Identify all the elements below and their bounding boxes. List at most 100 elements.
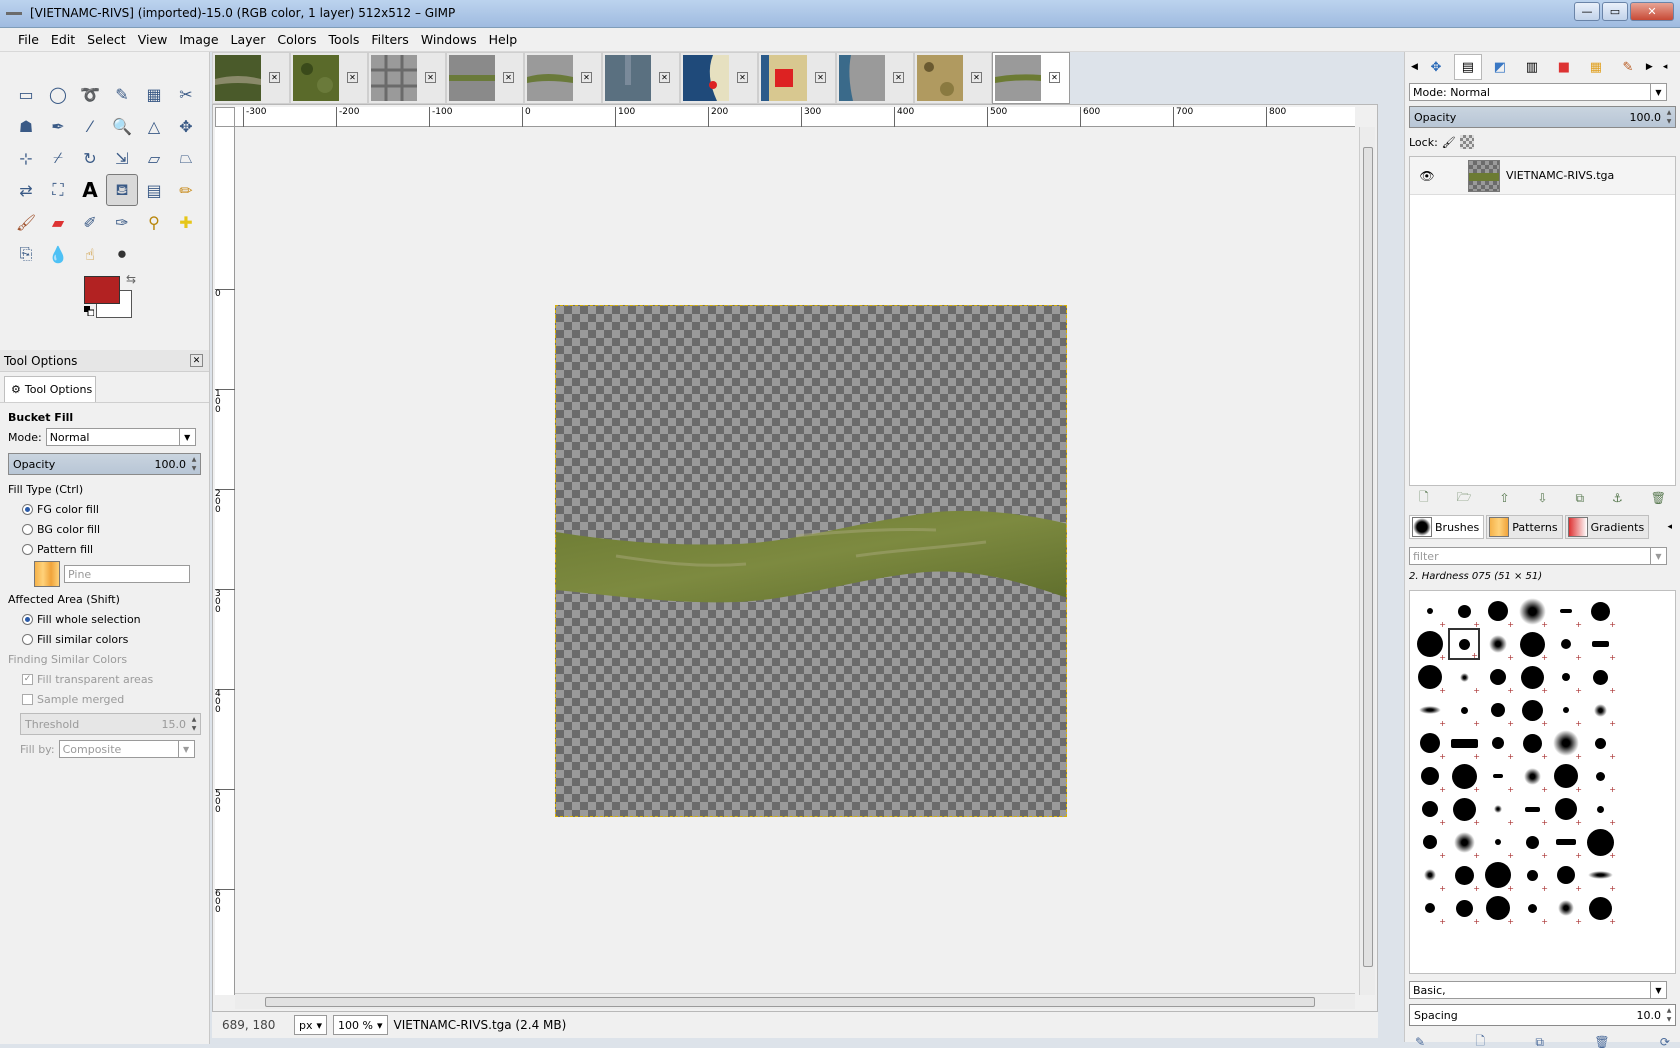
vertical-scrollbar[interactable] — [1359, 127, 1375, 995]
minimize-button[interactable]: — — [1574, 2, 1600, 21]
duplicate-brush-icon[interactable]: ⧉ — [1535, 1035, 1544, 1048]
refresh-brushes-icon[interactable]: ⟳ — [1660, 1035, 1670, 1048]
image-tab[interactable]: ✕ — [836, 52, 914, 104]
paths-icon[interactable]: ✒ — [42, 110, 74, 142]
menu-tools[interactable]: Tools — [323, 32, 366, 47]
brush-spacing-scale[interactable]: Spacing 10.0 ▲ ▼ — [1409, 1004, 1676, 1026]
menu-colors[interactable]: Colors — [271, 32, 322, 47]
tab-gradients[interactable]: Gradients — [1564, 515, 1650, 539]
brush-preview[interactable]: + — [1448, 793, 1480, 827]
close-tab-icon[interactable]: ✕ — [1049, 72, 1060, 83]
lock-pixels-icon[interactable]: 🖌 — [1442, 136, 1456, 149]
brush-preview[interactable]: + — [1414, 727, 1446, 761]
brush-preview[interactable]: + — [1414, 793, 1446, 827]
image-tab[interactable]: ✕ — [368, 52, 446, 104]
image-tab[interactable]: ✕ — [212, 52, 290, 104]
brush-preview[interactable]: + — [1550, 793, 1582, 827]
brush-preview[interactable]: + — [1516, 793, 1548, 827]
flip-icon[interactable]: ⇄ — [10, 174, 42, 206]
horizontal-scrollbar[interactable] — [235, 993, 1355, 1009]
new-layer-group-icon[interactable]: 🗁 — [1457, 488, 1472, 509]
image-tab-active[interactable]: ✕ — [992, 52, 1070, 104]
free-select-icon[interactable]: ➰ — [74, 78, 106, 110]
clone-icon[interactable]: ⚲ — [138, 206, 170, 238]
vertical-ruler[interactable]: 0 100 200 300 400 500 600 — [215, 127, 235, 995]
brush-preview[interactable]: + — [1550, 727, 1582, 761]
unit-combo[interactable]: px ▾ — [294, 1015, 328, 1035]
lower-layer-icon[interactable]: ⇩ — [1537, 491, 1547, 505]
close-tab-icon[interactable]: ✕ — [503, 72, 514, 83]
spin-arrows-icon[interactable]: ▲ ▼ — [1664, 108, 1674, 126]
rect-select-icon[interactable]: ▭ — [10, 78, 42, 110]
close-tab-icon[interactable]: ✕ — [581, 72, 592, 83]
image-tab[interactable]: ✕ — [914, 52, 992, 104]
blend-icon[interactable]: ▤ — [138, 174, 170, 206]
horizontal-ruler[interactable]: -300 -200 -100 0 100 200 300 400 500 600 700 800 — [235, 107, 1355, 127]
brush-preview[interactable]: + — [1448, 694, 1480, 728]
anchor-layer-icon[interactable]: ⚓ — [1612, 491, 1623, 505]
bg-fill-option[interactable]: BG color fill — [8, 519, 201, 539]
brush-preview[interactable]: + — [1550, 694, 1582, 728]
airbrush-icon[interactable]: ✐ — [74, 206, 106, 238]
spin-arrows-icon[interactable]: ▲ ▼ — [189, 455, 199, 473]
paintbrush-icon[interactable]: 🖌 — [10, 206, 42, 238]
visibility-eye-icon[interactable]: 👁 — [1416, 169, 1438, 183]
new-layer-icon[interactable]: 🗋 — [1419, 488, 1429, 509]
undo-dock-icon[interactable]: ■ — [1550, 54, 1578, 80]
scale-icon[interactable]: ⇲ — [106, 142, 138, 174]
swap-colors-icon[interactable]: ⇆ — [126, 272, 136, 286]
maximize-button[interactable]: ▭ — [1602, 2, 1628, 21]
tool-options-tab[interactable]: ⚙ Tool Options — [4, 376, 96, 402]
image-tab[interactable]: ✕ — [602, 52, 680, 104]
brush-preview[interactable]: + — [1584, 628, 1616, 662]
menu-filters[interactable]: Filters — [365, 32, 414, 47]
lock-alpha-icon[interactable] — [1459, 135, 1474, 149]
brush-preview[interactable]: + — [1482, 727, 1514, 761]
radio-fg-fill[interactable] — [22, 503, 33, 515]
brush-preview[interactable]: + — [1516, 760, 1548, 794]
menu-windows[interactable]: Windows — [415, 32, 483, 47]
brush-preview[interactable]: + — [1448, 892, 1480, 926]
brush-preview[interactable]: + — [1516, 859, 1548, 893]
blur-icon[interactable]: 💧 — [42, 238, 74, 270]
brush-preview[interactable]: + — [1584, 694, 1616, 728]
brush-preview[interactable]: + — [1414, 661, 1446, 695]
brush-preview[interactable]: + — [1414, 826, 1446, 860]
brush-preview[interactable]: + — [1414, 694, 1446, 728]
brush-preview[interactable]: + — [1448, 727, 1480, 761]
duplicate-layer-icon[interactable]: ⧉ — [1575, 491, 1584, 506]
brush-preview[interactable]: + — [1516, 595, 1548, 629]
color-picker-icon[interactable]: ⁄ — [74, 110, 106, 142]
image-tab[interactable]: ✕ — [446, 52, 524, 104]
pattern-fill-option[interactable]: Pattern fill — [8, 539, 201, 559]
dodge-burn-icon[interactable]: ⚫ — [106, 238, 138, 270]
menu-file[interactable]: File — [12, 32, 45, 47]
colormap-dock-icon[interactable]: ▦ — [1582, 54, 1610, 80]
bucket-fill-icon[interactable]: ⛾ — [106, 174, 138, 206]
brush-preview[interactable]: + — [1516, 892, 1548, 926]
select-by-color-icon[interactable]: ▦ — [138, 78, 170, 110]
foreground-select-icon[interactable]: ☗ — [10, 110, 42, 142]
ruler-corner-icon[interactable] — [215, 107, 235, 127]
brush-preview[interactable]: + — [1584, 859, 1616, 893]
brush-preview[interactable]: + — [1584, 595, 1616, 629]
close-tab-icon[interactable]: ✕ — [815, 72, 826, 83]
radio-fill-whole[interactable] — [22, 613, 33, 625]
brush-preview[interactable]: + — [1550, 628, 1582, 662]
fuzzy-select-icon[interactable]: ✎ — [106, 78, 138, 110]
brush-preview[interactable]: + — [1482, 760, 1514, 794]
brush-preview[interactable]: + — [1448, 595, 1480, 629]
brush-preview[interactable]: + — [1482, 628, 1514, 662]
dock-menu-icon[interactable]: ◂ — [1663, 62, 1668, 72]
image-tab[interactable]: ✕ — [524, 52, 602, 104]
pencil-icon[interactable]: ✏ — [170, 174, 202, 206]
brush-preview[interactable]: + — [1448, 661, 1480, 695]
brush-preview[interactable]: + — [1550, 661, 1582, 695]
brush-preview[interactable]: + — [1516, 826, 1548, 860]
menu-select[interactable]: Select — [81, 32, 132, 47]
crop-icon[interactable]: ⌿ — [42, 142, 74, 174]
brush-preview[interactable]: + — [1584, 760, 1616, 794]
radio-pattern-fill[interactable] — [22, 543, 33, 555]
default-colors-icon[interactable] — [84, 306, 94, 316]
brush-preview[interactable]: + — [1448, 826, 1480, 860]
